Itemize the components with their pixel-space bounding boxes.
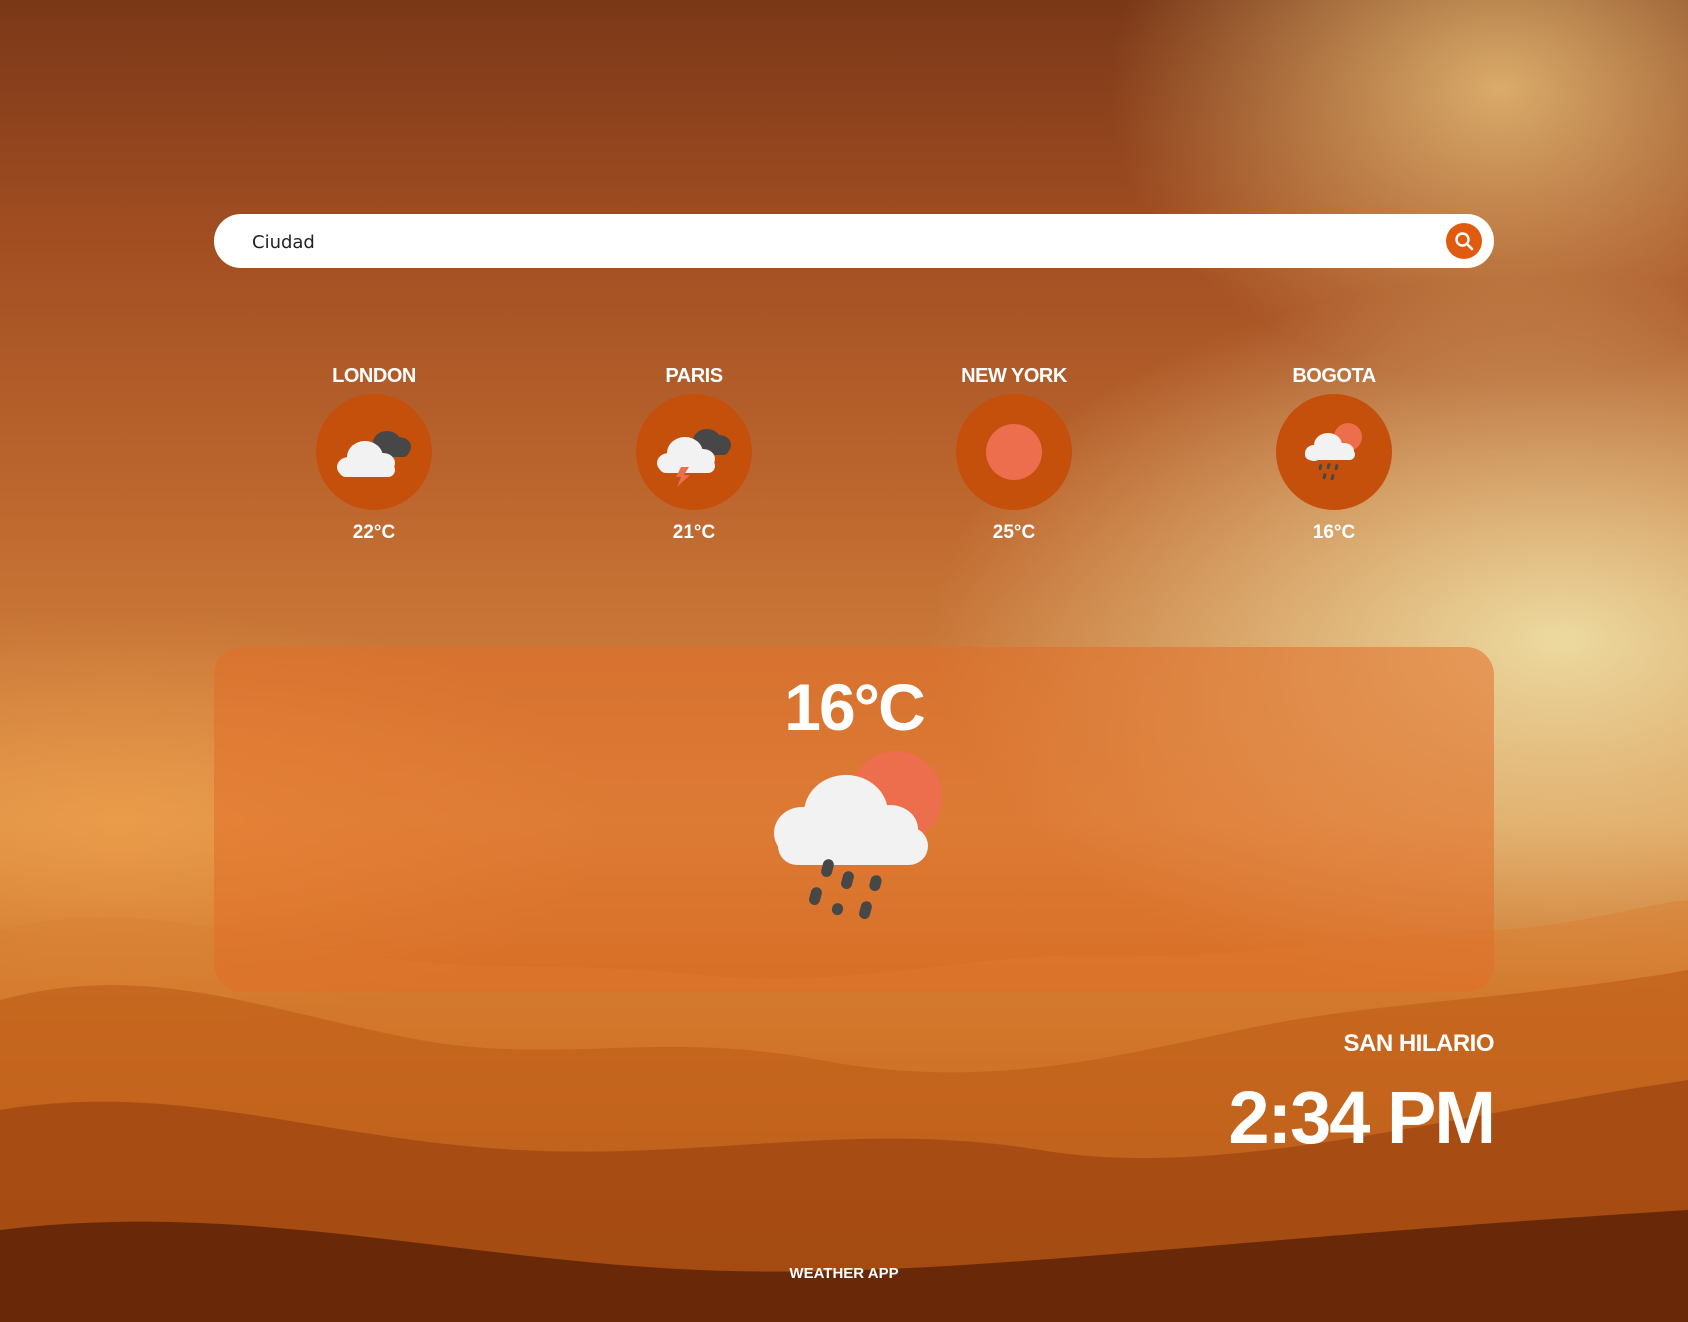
current-time: 2:34 PM (1228, 1076, 1496, 1159)
location-name: San Hilario (1343, 1030, 1495, 1057)
search-input[interactable] (250, 214, 1404, 270)
city-list: London 22°C Paris (214, 360, 1494, 560)
sun-rain-icon (774, 751, 942, 920)
city-name: Bogota (1292, 365, 1376, 387)
cloudy-icon (337, 431, 411, 477)
city-temp: 21°C (672, 522, 716, 543)
city-temp: 22°C (352, 522, 396, 543)
city-card-paris[interactable]: Paris 21°C (594, 360, 794, 560)
thunderstorm-icon (657, 429, 731, 487)
city-temp: 16°C (1312, 522, 1356, 543)
city-card-bogota[interactable]: Bogota 16°C (1234, 360, 1434, 560)
footer-label: Weather App (789, 1265, 899, 1282)
city-name: Paris (665, 365, 723, 387)
city-card-london[interactable]: London 22°C (274, 360, 474, 560)
sun-icon (986, 424, 1042, 480)
search-button[interactable] (1446, 223, 1482, 259)
current-temp: 16°C (784, 670, 925, 744)
city-name: New York (961, 365, 1067, 387)
weather-icon-circle (956, 394, 1072, 510)
search-icon (1455, 232, 1474, 251)
weather-icon-circle (1276, 394, 1392, 510)
city-name: London (332, 365, 416, 387)
search-bar (214, 214, 1494, 270)
sun-rain-icon (1305, 423, 1362, 481)
city-card-new-york[interactable]: New York 25°C (914, 360, 1114, 560)
weather-icon-circle (316, 394, 432, 510)
weather-icon-circle (636, 394, 752, 510)
current-weather-panel: 16°C (214, 647, 1494, 992)
city-temp: 25°C (992, 522, 1036, 543)
